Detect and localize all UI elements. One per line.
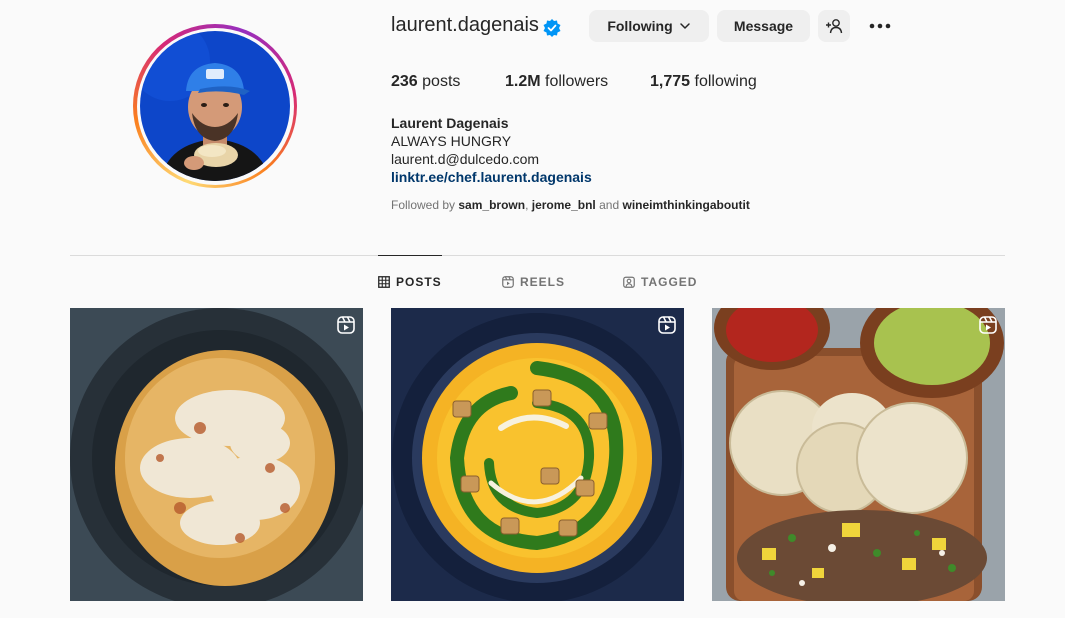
- followers-count-value: 1.2M: [505, 73, 541, 90]
- message-label: Message: [733, 18, 794, 34]
- followed-by-user-2[interactable]: jerome_bnl: [532, 198, 596, 212]
- followed-by-separator: ,: [525, 198, 529, 212]
- tab-posts[interactable]: POSTS: [378, 274, 442, 290]
- followed-by-user-3[interactable]: wineimthinkingaboutit: [623, 198, 750, 212]
- following-button[interactable]: Following: [589, 10, 709, 42]
- posts-count: 236 posts: [391, 73, 460, 91]
- followed-by: Followed by sam_brown, jerome_bnl and wi…: [391, 198, 750, 212]
- profile-username: laurent.dagenais: [391, 14, 539, 36]
- bio-email: laurent.d@dulcedo.com: [391, 151, 540, 167]
- followed-by-user-1[interactable]: sam_brown: [458, 198, 525, 212]
- tab-reels-label: REELS: [520, 275, 566, 289]
- reel-badge-icon: [337, 316, 355, 334]
- profile-avatar-ring[interactable]: [133, 24, 297, 188]
- avatar-gap: [136, 27, 294, 185]
- bio-link[interactable]: linktr.ee/chef.laurent.dagenais: [391, 169, 592, 185]
- post-image: [70, 308, 363, 601]
- followed-by-prefix: Followed by: [391, 198, 456, 212]
- profile-full-name: Laurent Dagenais: [391, 115, 509, 131]
- followed-by-conjunction: and: [599, 198, 620, 212]
- post-tile-pasta[interactable]: [70, 308, 363, 601]
- tab-tagged[interactable]: TAGGED: [623, 274, 697, 290]
- verified-badge-icon: [543, 19, 561, 37]
- tab-reels[interactable]: REELS: [502, 274, 565, 290]
- add-user-button[interactable]: [818, 10, 850, 42]
- following-count-label: following: [694, 73, 757, 90]
- more-options-icon: [869, 23, 891, 29]
- tagged-icon: [623, 276, 635, 288]
- reels-icon: [502, 276, 514, 288]
- avatar[interactable]: [140, 31, 290, 181]
- message-button[interactable]: Message: [717, 10, 810, 42]
- following-count[interactable]: 1,775 following: [650, 73, 757, 91]
- post-image: [391, 308, 684, 601]
- post-image: [712, 308, 1005, 601]
- grid-icon: [378, 276, 390, 288]
- post-tile-tacos[interactable]: [712, 308, 1005, 601]
- followers-count-label: followers: [545, 73, 609, 90]
- posts-count-value: 236: [391, 73, 418, 90]
- more-options-button[interactable]: [865, 10, 895, 42]
- following-label: Following: [607, 18, 673, 34]
- reel-badge-icon: [658, 316, 676, 334]
- following-count-value: 1,775: [650, 73, 691, 90]
- post-tile-soup[interactable]: [391, 308, 684, 601]
- followers-count[interactable]: 1.2M followers: [505, 73, 608, 91]
- active-tab-indicator: [378, 255, 442, 256]
- reel-badge-icon: [979, 316, 997, 334]
- bio-text: ALWAYS HUNGRY: [391, 133, 512, 149]
- chevron-down-icon: [679, 23, 690, 29]
- tab-tagged-label: TAGGED: [641, 275, 698, 289]
- posts-count-label: posts: [422, 73, 461, 90]
- add-user-icon: [826, 19, 843, 34]
- tab-posts-label: POSTS: [396, 275, 442, 289]
- tabs-divider: [70, 255, 1005, 256]
